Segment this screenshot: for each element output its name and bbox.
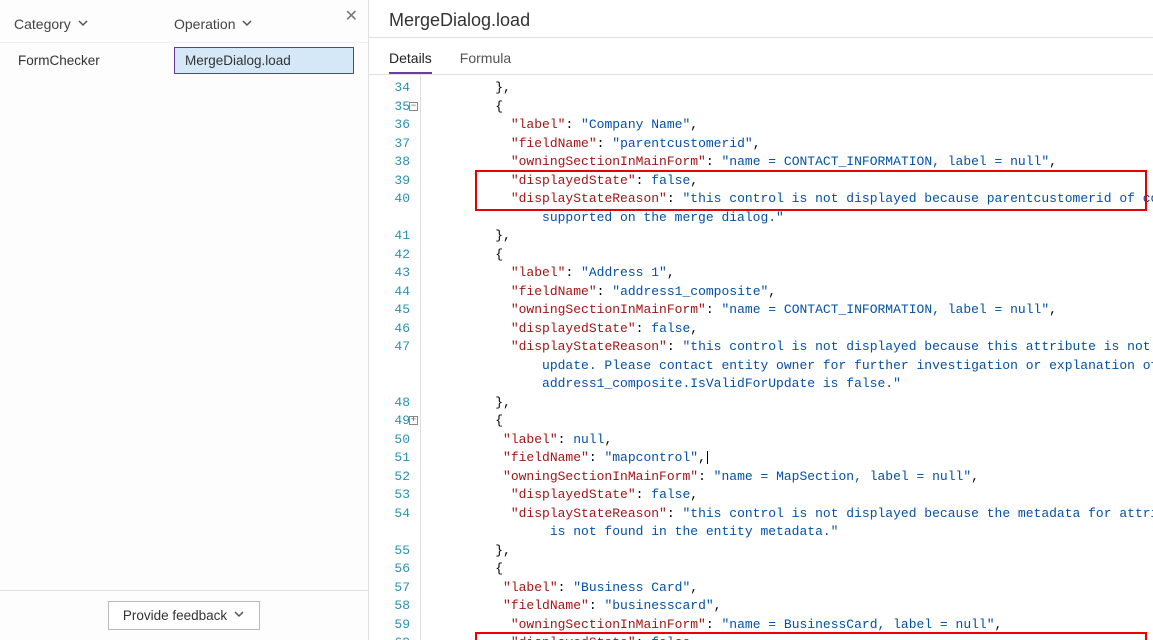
code-line: "owningSectionInMainForm": "name = CONTA… — [425, 153, 1153, 172]
gutter-line: 43 — [369, 264, 410, 283]
code-line: { — [425, 246, 1153, 265]
gutter-line: 57 — [369, 579, 410, 598]
left-row: FormChecker MergeDialog.load — [0, 43, 368, 78]
gutter-line: 58 — [369, 597, 410, 616]
fold-plus-icon[interactable]: + — [409, 416, 418, 425]
code-line: address1_composite.IsValidForUpdate is f… — [425, 375, 1153, 394]
app-root: ✕ Category Operation FormChecker MergeDi… — [0, 0, 1153, 640]
gutter-line: 46 — [369, 320, 410, 339]
operation-header-label: Operation — [174, 16, 235, 32]
code-line: { — [425, 560, 1153, 579]
category-value[interactable]: FormChecker — [14, 47, 174, 74]
code-line: "displayedState": false, — [425, 634, 1153, 640]
code-line: "fieldName": "mapcontrol", — [425, 449, 1153, 468]
code-line: "label": "Address 1", — [425, 264, 1153, 283]
chevron-down-icon — [241, 16, 253, 32]
code-line: "displayStateReason": "this control is n… — [425, 505, 1153, 524]
code-line: "label": null, — [425, 431, 1153, 450]
code-line: "displayStateReason": "this control is n… — [425, 338, 1153, 357]
gutter-line: 50 — [369, 431, 410, 450]
code-line: "displayedState": false, — [425, 172, 1153, 191]
gutter-line — [369, 209, 410, 228]
gutter-line: 36 — [369, 116, 410, 135]
gutter-line: 37 — [369, 135, 410, 154]
right-panel: MergeDialog.load Details Formula 3435−36… — [369, 0, 1153, 640]
code-line: }, — [425, 542, 1153, 561]
code-line: "fieldName": "parentcustomerid", — [425, 135, 1153, 154]
chevron-down-icon — [77, 16, 89, 32]
gutter-line: 41 — [369, 227, 410, 246]
code-line: }, — [425, 227, 1153, 246]
code-line: "fieldName": "businesscard", — [425, 597, 1153, 616]
code-line: "owningSectionInMainForm": "name = Busin… — [425, 616, 1153, 635]
gutter-line: 44 — [369, 283, 410, 302]
tabs: Details Formula — [369, 38, 1153, 75]
close-icon[interactable]: ✕ — [345, 6, 358, 26]
left-spacer — [0, 78, 368, 590]
gutter-line: 42 — [369, 246, 410, 265]
code-line: "label": "Business Card", — [425, 579, 1153, 598]
gutter-line: 39 — [369, 172, 410, 191]
gutter-line: 45 — [369, 301, 410, 320]
code-line: "label": "Company Name", — [425, 116, 1153, 135]
gutter-line: 53 — [369, 486, 410, 505]
chevron-down-icon — [233, 608, 245, 623]
gutter-line: 56 — [369, 560, 410, 579]
code-line: update. Please contact entity owner for … — [425, 357, 1153, 376]
gutter-line: 59 — [369, 616, 410, 635]
provide-feedback-button[interactable]: Provide feedback — [108, 601, 260, 630]
gutter-line: 35− — [369, 98, 410, 117]
code-line: is not found in the entity metadata." — [425, 523, 1153, 542]
code-line: "owningSectionInMainForm": "name = MapSe… — [425, 468, 1153, 487]
gutter-line: 40 — [369, 190, 410, 209]
gutter-line: 52 — [369, 468, 410, 487]
operation-value-selected[interactable]: MergeDialog.load — [174, 47, 354, 74]
code-line: }, — [425, 394, 1153, 413]
operation-header[interactable]: Operation — [174, 16, 354, 32]
tab-details[interactable]: Details — [389, 44, 432, 74]
code-line: }, — [425, 79, 1153, 98]
code-line: "displayedState": false, — [425, 486, 1153, 505]
code-line: "owningSectionInMainForm": "name = CONTA… — [425, 301, 1153, 320]
gutter-line — [369, 375, 410, 394]
gutter-line — [369, 357, 410, 376]
category-header-label: Category — [14, 16, 71, 32]
code-line: "fieldName": "address1_composite", — [425, 283, 1153, 302]
text-cursor — [707, 451, 708, 464]
gutter-line: 54 — [369, 505, 410, 524]
gutter-line: 47 — [369, 338, 410, 357]
fold-minus-icon[interactable]: − — [409, 102, 418, 111]
feedback-label: Provide feedback — [123, 608, 227, 623]
left-panel: ✕ Category Operation FormChecker MergeDi… — [0, 0, 369, 640]
gutter-line: 34 — [369, 79, 410, 98]
gutter-line: 51 — [369, 449, 410, 468]
code-line: "displayStateReason": "this control is n… — [425, 190, 1153, 209]
code-line: { — [425, 412, 1153, 431]
gutter-line: 49+ — [369, 412, 410, 431]
tab-formula[interactable]: Formula — [460, 44, 511, 74]
code-line: { — [425, 98, 1153, 117]
page-title: MergeDialog.load — [369, 0, 1153, 38]
code-viewer: 3435−3637383940 41424344454647 4849+5051… — [369, 75, 1153, 640]
gutter-line: 60 — [369, 634, 410, 640]
code-line: supported on the merge dialog." — [425, 209, 1153, 228]
line-gutter: 3435−3637383940 41424344454647 4849+5051… — [369, 75, 421, 640]
feedback-bar: Provide feedback — [0, 590, 368, 640]
gutter-line: 38 — [369, 153, 410, 172]
code-line: "displayedState": false, — [425, 320, 1153, 339]
gutter-line: 48 — [369, 394, 410, 413]
category-header[interactable]: Category — [14, 16, 174, 32]
left-column-headers: Category Operation — [0, 0, 368, 43]
gutter-line — [369, 523, 410, 542]
gutter-line: 55 — [369, 542, 410, 561]
code-area[interactable]: }, { "label": "Company Name", "fieldName… — [421, 75, 1153, 640]
